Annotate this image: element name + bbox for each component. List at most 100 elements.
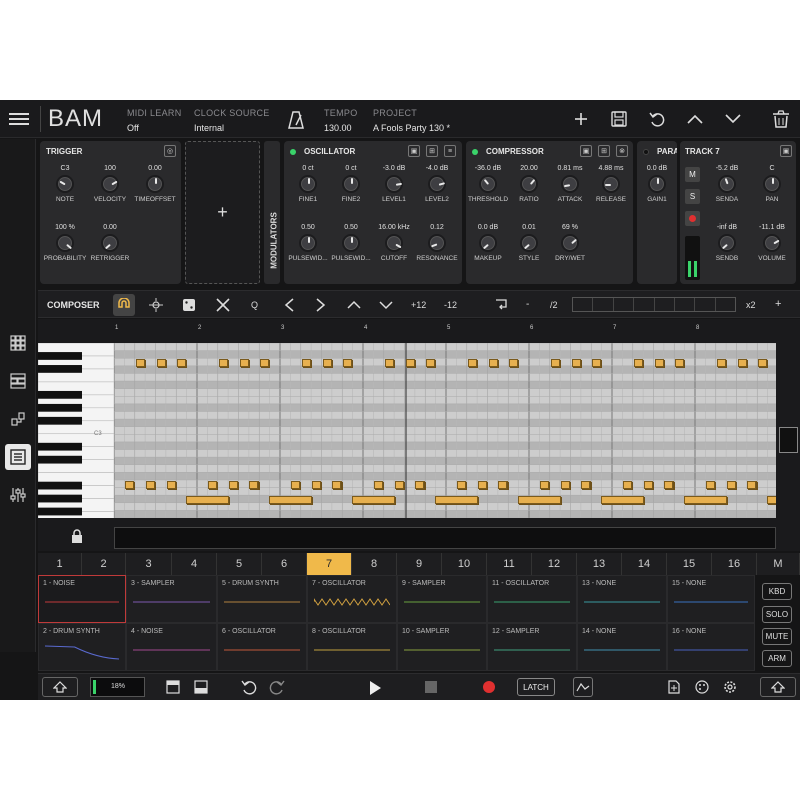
undo-icon[interactable] xyxy=(648,110,666,128)
clip-cell[interactable]: 7 - OSCILLATOR xyxy=(307,575,397,623)
midi-note[interactable] xyxy=(716,359,726,368)
midi-note[interactable] xyxy=(156,359,166,368)
record-arm-button[interactable] xyxy=(685,211,700,226)
chevron-left-icon[interactable] xyxy=(281,297,297,313)
midi-note[interactable] xyxy=(601,496,644,505)
midi-note[interactable] xyxy=(260,359,270,368)
midi-note[interactable] xyxy=(737,359,747,368)
mute-button[interactable]: MUTE xyxy=(762,628,792,645)
knob-resonance[interactable]: 0.12 RESONANCE xyxy=(415,224,459,262)
midi-note[interactable] xyxy=(269,496,312,505)
clip-cell[interactable]: 4 - NOISE xyxy=(126,623,217,671)
midi-note[interactable] xyxy=(135,359,145,368)
lock-icon[interactable] xyxy=(70,529,84,543)
track-number[interactable]: 13 xyxy=(577,553,622,575)
clip-cell[interactable]: 6 - OSCILLATOR xyxy=(217,623,307,671)
knob-note[interactable]: C3 NOTE xyxy=(43,165,87,203)
clip-cell[interactable]: 10 - SAMPLER xyxy=(397,623,487,671)
close-icon[interactable]: ⊗ xyxy=(616,145,628,157)
midi-note[interactable] xyxy=(518,496,561,505)
modulators-tab[interactable]: MODULATORS xyxy=(264,141,280,284)
length-minus-button[interactable]: - xyxy=(526,299,529,310)
midi-note[interactable] xyxy=(415,480,425,489)
top-panel-toggle-icon[interactable] xyxy=(165,679,181,695)
shift-up-icon[interactable] xyxy=(760,677,796,697)
chevron-down-icon[interactable] xyxy=(724,110,742,128)
midi-note[interactable] xyxy=(301,359,311,368)
clip-cell[interactable]: 2 - DRUM SYNTH xyxy=(38,623,126,671)
midi-note[interactable] xyxy=(208,480,218,489)
midi-note[interactable] xyxy=(239,359,249,368)
menu-icon[interactable] xyxy=(8,110,30,128)
track-number[interactable]: 8 xyxy=(352,553,397,575)
midi-note[interactable] xyxy=(352,496,395,505)
clip-cell[interactable]: 12 - SAMPLER xyxy=(487,623,577,671)
midi-note[interactable] xyxy=(218,359,228,368)
clip-view-icon[interactable] xyxy=(9,372,27,390)
palette-icon[interactable] xyxy=(694,679,710,695)
dice-icon[interactable] xyxy=(181,297,197,313)
redo-icon[interactable] xyxy=(268,678,286,696)
midi-note[interactable] xyxy=(312,480,322,489)
quantize-button[interactable]: Q xyxy=(251,300,258,310)
track-number[interactable]: 11 xyxy=(487,553,532,575)
track-number[interactable]: 4 xyxy=(172,553,217,575)
clip-cell[interactable]: 5 - DRUM SYNTH xyxy=(217,575,307,623)
midi-note[interactable] xyxy=(706,480,716,489)
knob-retrigger[interactable]: 0.00 RETRIGGER xyxy=(88,224,132,262)
midi-note[interactable] xyxy=(166,480,176,489)
knob-pulsewidth2[interactable]: 0.50 PULSEWID... xyxy=(329,224,373,262)
knob-threshold[interactable]: -36.0 dB THRESHOLD xyxy=(466,165,510,203)
midi-note[interactable] xyxy=(426,359,436,368)
add-device-slot[interactable]: + xyxy=(185,141,260,284)
knob-sendb[interactable]: -inf dB SENDB xyxy=(705,224,749,262)
midi-note[interactable] xyxy=(322,359,332,368)
midi-note[interactable] xyxy=(125,480,135,489)
midi-note[interactable] xyxy=(146,480,156,489)
knob-fine2[interactable]: 0 ct FINE2 xyxy=(329,165,373,203)
track-number[interactable]: 6 xyxy=(262,553,307,575)
midi-note[interactable] xyxy=(488,359,498,368)
clip-cell[interactable]: 9 - SAMPLER xyxy=(397,575,487,623)
knob-fine1[interactable]: 0 ct FINE1 xyxy=(286,165,330,203)
knob-makeup[interactable]: 0.0 dB MAKEUP xyxy=(466,224,510,262)
clip-cell[interactable]: 3 - SAMPLER xyxy=(126,575,217,623)
midi-note[interactable] xyxy=(405,359,415,368)
mute-button[interactable]: M xyxy=(685,167,700,182)
midi-note[interactable] xyxy=(478,480,488,489)
knob-gain1[interactable]: 0.0 dB GAIN1 xyxy=(637,165,677,203)
midi-note[interactable] xyxy=(332,480,342,489)
midi-note[interactable] xyxy=(249,480,259,489)
move-icon[interactable] xyxy=(148,297,164,313)
knob-drywet[interactable]: 69 % DRY/WET xyxy=(548,224,592,262)
track-number[interactable]: 1 xyxy=(38,553,82,575)
midi-note[interactable] xyxy=(384,359,394,368)
track-number[interactable]: 10 xyxy=(442,553,487,575)
knob-senda[interactable]: -5.2 dB SENDA xyxy=(705,165,749,203)
list-icon[interactable]: ≡ xyxy=(444,145,456,157)
vertical-scroll-handle[interactable] xyxy=(779,427,798,453)
keyboard-button[interactable]: KBD xyxy=(762,583,792,600)
arm-button[interactable]: ARM xyxy=(762,650,792,667)
midi-note[interactable] xyxy=(395,480,405,489)
project-value[interactable]: A Fools Party 130 * xyxy=(373,123,450,133)
piano-keyboard[interactable]: C3 xyxy=(37,342,115,525)
play-icon[interactable] xyxy=(366,679,384,697)
midi-note[interactable] xyxy=(675,359,685,368)
midi-note[interactable] xyxy=(747,480,757,489)
clock-source-value[interactable]: Internal xyxy=(194,123,224,133)
track-number[interactable]: 15 xyxy=(667,553,712,575)
latch-button[interactable]: LATCH xyxy=(517,678,555,696)
save-preset-icon[interactable]: ▣ xyxy=(408,145,420,157)
chevron-down-icon[interactable] xyxy=(378,297,394,313)
loop-icon[interactable] xyxy=(493,297,509,313)
timeline-ruler[interactable]: 1 2 3 4 5 6 7 8 xyxy=(114,319,776,343)
midi-note[interactable] xyxy=(758,359,768,368)
length-double-button[interactable]: x2 xyxy=(746,300,756,310)
midi-note[interactable] xyxy=(467,359,477,368)
undo-icon[interactable] xyxy=(240,678,258,696)
knob-volume[interactable]: -11.1 dB VOLUME xyxy=(750,224,794,262)
routing-icon[interactable] xyxy=(9,410,27,428)
active-indicator[interactable] xyxy=(472,149,478,155)
midi-note[interactable] xyxy=(291,480,301,489)
